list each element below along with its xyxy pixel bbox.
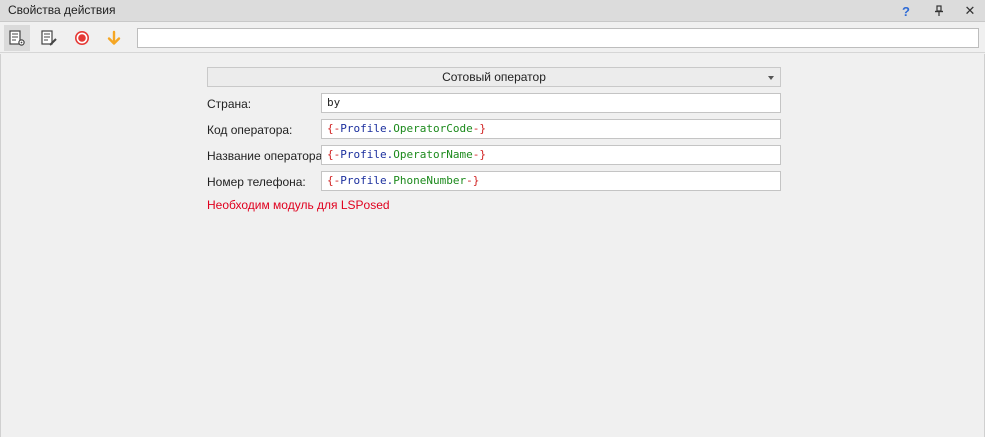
field-token: {- [327, 174, 341, 187]
warning-message: Необходим модуль для LSPosed [207, 198, 390, 212]
chevron-down-icon [768, 76, 774, 80]
operator-code-label: Код оператора: [207, 123, 293, 137]
properties-button[interactable] [4, 25, 30, 51]
title-bar: Свойства действия ? ✕ [0, 0, 985, 22]
field-token: Profile [340, 122, 387, 135]
window-title: Свойства действия [8, 3, 116, 17]
field-token: {- [327, 148, 341, 161]
properties-icon [9, 30, 25, 46]
field-token: {- [327, 122, 341, 135]
phone-number-field[interactable]: {-Profile.PhoneNumber-} [321, 171, 781, 191]
edit-properties-icon [41, 30, 57, 46]
edit-properties-button[interactable] [36, 25, 62, 51]
toolbar-input[interactable] [137, 28, 979, 48]
operator-name-label: Название оператора: [207, 149, 326, 163]
field-token: PhoneNumber [393, 174, 467, 187]
pin-button[interactable] [929, 1, 949, 21]
field-token: Profile [340, 174, 387, 187]
toolbar [0, 23, 985, 53]
field-token: -} [472, 122, 486, 135]
field-token: OperatorName [393, 148, 473, 161]
record-icon [75, 31, 89, 45]
operator-name-field[interactable]: {-Profile.OperatorName-} [321, 145, 781, 165]
field-token: OperatorCode [393, 122, 473, 135]
record-button[interactable] [69, 25, 95, 51]
country-field[interactable]: by [321, 93, 781, 113]
close-button[interactable]: ✕ [960, 1, 980, 21]
country-label: Страна: [207, 97, 252, 111]
phone-number-label: Номер телефона: [207, 175, 306, 189]
arrow-down-button[interactable] [101, 25, 127, 51]
action-type-dropdown[interactable]: Сотовый оператор [207, 67, 781, 87]
arrow-down-icon [107, 30, 121, 45]
operator-code-field[interactable]: {-Profile.OperatorCode-} [321, 119, 781, 139]
action-type-value: Сотовый оператор [442, 70, 546, 84]
field-token: Profile [340, 148, 387, 161]
field-token: -} [466, 174, 480, 187]
help-button[interactable]: ? [896, 1, 916, 21]
pin-icon [935, 5, 943, 16]
field-token: by [327, 96, 341, 109]
field-token: -} [472, 148, 486, 161]
